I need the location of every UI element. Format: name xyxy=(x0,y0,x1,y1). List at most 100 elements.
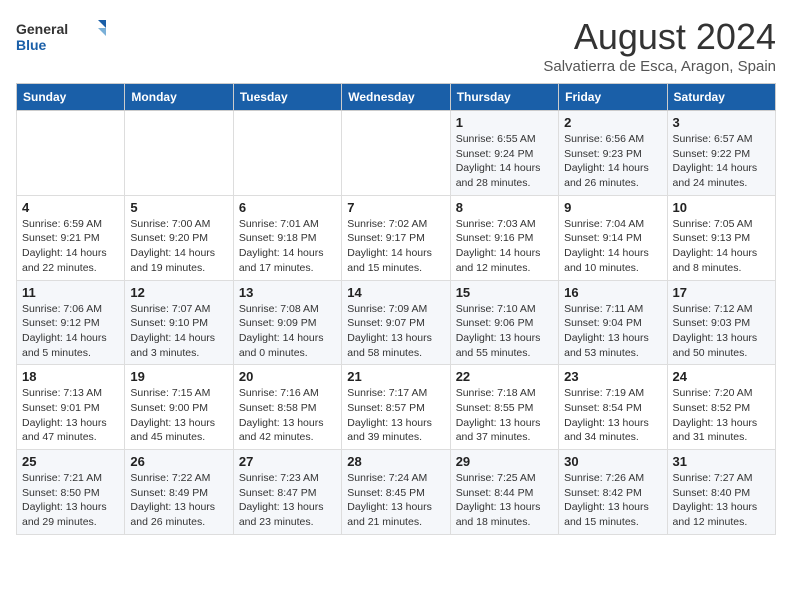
calendar-cell: 21 Sunrise: 7:17 AM Sunset: 8:57 PM Dayli… xyxy=(342,365,450,450)
day-number: 22 xyxy=(456,369,553,384)
day-info: Sunrise: 7:26 AM Sunset: 8:42 PM Dayligh… xyxy=(564,471,661,530)
day-number: 28 xyxy=(347,454,444,469)
title-block: August 2024 Salvatierra de Esca, Aragon,… xyxy=(543,16,776,75)
week-row-3: 11 Sunrise: 7:06 AM Sunset: 9:12 PM Dayli… xyxy=(17,280,776,365)
calendar-cell: 25Sunrise: 7:21 AM Sunset: 8:50 PM Dayli… xyxy=(17,450,125,535)
calendar-cell: 28 Sunrise: 7:24 AM Sunset: 8:45 PM Dayli… xyxy=(342,450,450,535)
calendar-cell: 3 Sunrise: 6:57 AM Sunset: 9:22 PM Daylig… xyxy=(667,111,775,196)
weekday-header-sunday: Sunday xyxy=(17,84,125,111)
day-info: Sunrise: 7:06 AM Sunset: 9:12 PM Dayligh… xyxy=(22,302,119,361)
weekday-header-row: SundayMondayTuesdayWednesdayThursdayFrid… xyxy=(17,84,776,111)
day-info: Sunrise: 7:04 AM Sunset: 9:14 PM Dayligh… xyxy=(564,217,661,276)
day-number: 11 xyxy=(22,285,119,300)
day-info: Sunrise: 7:20 AM Sunset: 8:52 PM Dayligh… xyxy=(673,386,770,445)
calendar-cell: 24 Sunrise: 7:20 AM Sunset: 8:52 PM Dayli… xyxy=(667,365,775,450)
calendar-cell: 23Sunrise: 7:19 AM Sunset: 8:54 PM Dayli… xyxy=(559,365,667,450)
day-number: 3 xyxy=(673,115,770,130)
calendar-cell: 31Sunrise: 7:27 AM Sunset: 8:40 PM Dayli… xyxy=(667,450,775,535)
day-number: 18 xyxy=(22,369,119,384)
day-info: Sunrise: 7:13 AM Sunset: 9:01 PM Dayligh… xyxy=(22,386,119,445)
calendar-cell xyxy=(233,111,341,196)
day-info: Sunrise: 7:22 AM Sunset: 8:49 PM Dayligh… xyxy=(130,471,227,530)
svg-text:General: General xyxy=(16,21,68,37)
day-number: 6 xyxy=(239,200,336,215)
day-info: Sunrise: 7:01 AM Sunset: 9:18 PM Dayligh… xyxy=(239,217,336,276)
calendar-cell: 1 Sunrise: 6:55 AM Sunset: 9:24 PM Daylig… xyxy=(450,111,558,196)
day-number: 30 xyxy=(564,454,661,469)
day-info: Sunrise: 6:55 AM Sunset: 9:24 PM Dayligh… xyxy=(456,132,553,191)
day-number: 20 xyxy=(239,369,336,384)
calendar-cell: 16 Sunrise: 7:11 AM Sunset: 9:04 PM Dayli… xyxy=(559,280,667,365)
day-number: 21 xyxy=(347,369,444,384)
day-number: 9 xyxy=(564,200,661,215)
day-info: Sunrise: 7:03 AM Sunset: 9:16 PM Dayligh… xyxy=(456,217,553,276)
calendar-cell: 6 Sunrise: 7:01 AM Sunset: 9:18 PM Daylig… xyxy=(233,195,341,280)
day-info: Sunrise: 7:25 AM Sunset: 8:44 PM Dayligh… xyxy=(456,471,553,530)
calendar-cell: 7 Sunrise: 7:02 AM Sunset: 9:17 PM Daylig… xyxy=(342,195,450,280)
calendar-cell: 13Sunrise: 7:08 AM Sunset: 9:09 PM Dayli… xyxy=(233,280,341,365)
calendar-cell: 18 Sunrise: 7:13 AM Sunset: 9:01 PM Dayli… xyxy=(17,365,125,450)
page-header: General Blue August 2024 Salvatierra de … xyxy=(16,16,776,75)
day-info: Sunrise: 7:11 AM Sunset: 9:04 PM Dayligh… xyxy=(564,302,661,361)
calendar-cell: 20 Sunrise: 7:16 AM Sunset: 8:58 PM Dayli… xyxy=(233,365,341,450)
day-info: Sunrise: 7:19 AM Sunset: 8:54 PM Dayligh… xyxy=(564,386,661,445)
calendar-cell: 27Sunrise: 7:23 AM Sunset: 8:47 PM Dayli… xyxy=(233,450,341,535)
day-number: 17 xyxy=(673,285,770,300)
weekday-header-tuesday: Tuesday xyxy=(233,84,341,111)
calendar-cell xyxy=(342,111,450,196)
calendar-cell: 9 Sunrise: 7:04 AM Sunset: 9:14 PM Daylig… xyxy=(559,195,667,280)
week-row-1: 1 Sunrise: 6:55 AM Sunset: 9:24 PM Daylig… xyxy=(17,111,776,196)
calendar-cell: 14Sunrise: 7:09 AM Sunset: 9:07 PM Dayli… xyxy=(342,280,450,365)
day-info: Sunrise: 7:00 AM Sunset: 9:20 PM Dayligh… xyxy=(130,217,227,276)
day-number: 31 xyxy=(673,454,770,469)
calendar-cell: 26Sunrise: 7:22 AM Sunset: 8:49 PM Dayli… xyxy=(125,450,233,535)
calendar-cell: 17Sunrise: 7:12 AM Sunset: 9:03 PM Dayli… xyxy=(667,280,775,365)
day-number: 13 xyxy=(239,285,336,300)
weekday-header-friday: Friday xyxy=(559,84,667,111)
calendar-cell: 2Sunrise: 6:56 AM Sunset: 9:23 PM Daylig… xyxy=(559,111,667,196)
calendar-cell: 19 Sunrise: 7:15 AM Sunset: 9:00 PM Dayli… xyxy=(125,365,233,450)
calendar-cell xyxy=(125,111,233,196)
day-info: Sunrise: 7:02 AM Sunset: 9:17 PM Dayligh… xyxy=(347,217,444,276)
calendar-cell: 5Sunrise: 7:00 AM Sunset: 9:20 PM Daylig… xyxy=(125,195,233,280)
day-number: 10 xyxy=(673,200,770,215)
calendar-cell: 11 Sunrise: 7:06 AM Sunset: 9:12 PM Dayli… xyxy=(17,280,125,365)
day-number: 4 xyxy=(22,200,119,215)
day-number: 12 xyxy=(130,285,227,300)
week-row-4: 18 Sunrise: 7:13 AM Sunset: 9:01 PM Dayli… xyxy=(17,365,776,450)
calendar-cell: 29 Sunrise: 7:25 AM Sunset: 8:44 PM Dayli… xyxy=(450,450,558,535)
day-number: 14 xyxy=(347,285,444,300)
day-info: Sunrise: 7:23 AM Sunset: 8:47 PM Dayligh… xyxy=(239,471,336,530)
week-row-5: 25Sunrise: 7:21 AM Sunset: 8:50 PM Dayli… xyxy=(17,450,776,535)
day-number: 8 xyxy=(456,200,553,215)
svg-text:Blue: Blue xyxy=(16,37,47,53)
logo-svg: General Blue xyxy=(16,16,106,56)
day-number: 16 xyxy=(564,285,661,300)
day-number: 24 xyxy=(673,369,770,384)
weekday-header-thursday: Thursday xyxy=(450,84,558,111)
calendar-cell: 12 Sunrise: 7:07 AM Sunset: 9:10 PM Dayli… xyxy=(125,280,233,365)
day-number: 29 xyxy=(456,454,553,469)
day-info: Sunrise: 7:16 AM Sunset: 8:58 PM Dayligh… xyxy=(239,386,336,445)
calendar-cell: 4Sunrise: 6:59 AM Sunset: 9:21 PM Daylig… xyxy=(17,195,125,280)
calendar-cell: 22Sunrise: 7:18 AM Sunset: 8:55 PM Dayli… xyxy=(450,365,558,450)
location-subtitle: Salvatierra de Esca, Aragon, Spain xyxy=(543,58,776,75)
weekday-header-monday: Monday xyxy=(125,84,233,111)
day-info: Sunrise: 7:17 AM Sunset: 8:57 PM Dayligh… xyxy=(347,386,444,445)
day-number: 7 xyxy=(347,200,444,215)
day-info: Sunrise: 6:56 AM Sunset: 9:23 PM Dayligh… xyxy=(564,132,661,191)
logo: General Blue xyxy=(16,16,106,56)
day-info: Sunrise: 7:10 AM Sunset: 9:06 PM Dayligh… xyxy=(456,302,553,361)
calendar-cell xyxy=(17,111,125,196)
day-number: 15 xyxy=(456,285,553,300)
day-info: Sunrise: 7:05 AM Sunset: 9:13 PM Dayligh… xyxy=(673,217,770,276)
day-info: Sunrise: 7:21 AM Sunset: 8:50 PM Dayligh… xyxy=(22,471,119,530)
day-info: Sunrise: 7:24 AM Sunset: 8:45 PM Dayligh… xyxy=(347,471,444,530)
day-number: 1 xyxy=(456,115,553,130)
calendar-cell: 8 Sunrise: 7:03 AM Sunset: 9:16 PM Daylig… xyxy=(450,195,558,280)
calendar-cell: 10 Sunrise: 7:05 AM Sunset: 9:13 PM Dayli… xyxy=(667,195,775,280)
day-info: Sunrise: 6:57 AM Sunset: 9:22 PM Dayligh… xyxy=(673,132,770,191)
day-info: Sunrise: 7:15 AM Sunset: 9:00 PM Dayligh… xyxy=(130,386,227,445)
day-info: Sunrise: 7:07 AM Sunset: 9:10 PM Dayligh… xyxy=(130,302,227,361)
day-number: 19 xyxy=(130,369,227,384)
